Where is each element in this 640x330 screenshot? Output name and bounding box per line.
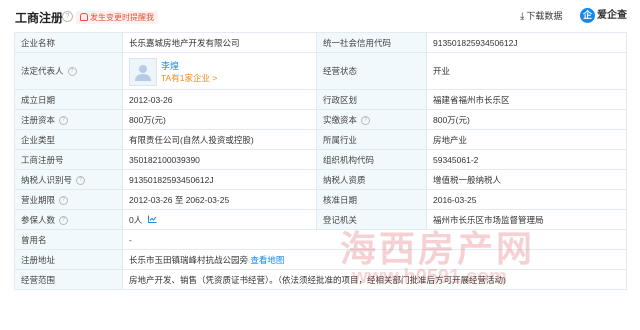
label-scope: 经营范围 (14, 269, 123, 290)
value-reg-number: 350182100039390 (122, 149, 317, 170)
table-row: 工商注册号 350182100039390 组织机构代码 59345061-2 (14, 149, 627, 170)
value-address-text: 长乐市玉田镇瑞峰村抗战公园旁 (129, 254, 249, 265)
qcc-button[interactable]: 企爱企查 (580, 7, 627, 25)
label-term: 营业期限? (14, 189, 123, 210)
table-row: 经营范围 房地产开发、销售（凭资质证书经营）。（依法须经批准的项目，经相关部门批… (14, 269, 627, 290)
table-row: 注册地址 长乐市玉田镇瑞峰村抗战公园旁 查看地图 (14, 249, 627, 270)
trend-chart-icon[interactable] (148, 215, 157, 225)
table-row: 法定代表人? 李煌 TA有1家企业 > 经营状态 开业 (14, 52, 627, 90)
label-paid-capital-text: 实缴资本 (323, 114, 358, 125)
qcc-label: 爱企查 (597, 10, 627, 21)
value-taxpayer-id: 91350182593450612J (122, 169, 317, 190)
label-address: 注册地址 (14, 249, 123, 270)
value-address: 长乐市玉田镇瑞峰村抗战公园旁 查看地图 (122, 249, 627, 270)
section-title: 工商注册 (15, 11, 64, 25)
value-founded: 2012-03-26 (122, 89, 317, 110)
view-map-link[interactable]: 查看地图 (250, 255, 284, 265)
label-taxpayer-id-text: 纳税人识别号 (21, 174, 73, 185)
table-row: 注册资本? 800万(元) 实缴资本? 800万(元) (14, 109, 627, 130)
label-taxpayer-qual: 纳税人资质 (316, 169, 427, 190)
label-term-text: 营业期限 (21, 194, 56, 205)
table-row: 企业名称 长乐嘉城房地产开发有限公司 统一社会信用代码 913501825934… (14, 32, 627, 53)
value-org-code: 59345061-2 (426, 149, 627, 170)
value-credit-code: 91350182593450612J (426, 32, 627, 53)
value-insured: 0人 (122, 209, 317, 230)
help-icon[interactable]: ? (59, 115, 69, 125)
label-reg-capital-text: 注册资本 (21, 114, 56, 125)
table-row: 企业类型 有限责任公司(自然人投资或控股) 所属行业 房地产业 (14, 129, 627, 150)
table-row: 参保人数? 0人 登记机关 福州市长乐区市场监督管理局 (14, 209, 627, 230)
table-row: 纳税人识别号? 91350182593450612J 纳税人资质 增值税一般纳税… (14, 169, 627, 190)
label-company-name: 企业名称 (14, 32, 123, 53)
label-taxpayer-id: 纳税人识别号? (14, 169, 123, 190)
download-label: 下载数据 (526, 11, 563, 21)
help-icon[interactable]: ? (62, 11, 73, 22)
registration-table: 企业名称 长乐嘉城房地产开发有限公司 统一社会信用代码 913501825934… (14, 32, 627, 290)
table-row: 曾用名 - (14, 229, 627, 250)
table-row: 成立日期 2012-03-26 行政区划 福建省福州市长乐区 (14, 89, 627, 110)
avatar-icon[interactable] (129, 58, 157, 86)
value-status: 开业 (426, 52, 627, 90)
bell-icon (80, 13, 88, 21)
legal-rep-name-link[interactable]: 李煌 (161, 59, 179, 72)
label-status: 经营状态 (316, 52, 427, 90)
label-legal-rep: 法定代表人? (14, 52, 123, 90)
label-insured-text: 参保人数 (21, 214, 56, 225)
value-taxpayer-qual: 增值税一般纳税人 (426, 169, 627, 190)
help-icon[interactable]: ? (361, 115, 371, 125)
label-industry: 所属行业 (316, 129, 427, 150)
label-reg-capital: 注册资本? (14, 109, 123, 130)
section-header: 工商注册 ? 发生变更时提醒我 ⤓ 下载数据 企爱企查 (0, 0, 640, 32)
download-button[interactable]: ⤓ 下载数据 (520, 9, 562, 22)
value-approval-date: 2016-03-25 (426, 189, 627, 210)
label-approval-date: 核准日期 (316, 189, 427, 210)
help-icon[interactable]: ? (76, 175, 86, 185)
table-row: 营业期限? 2012-03-26 至 2062-03-25 核准日期 2016-… (14, 189, 627, 210)
download-icon: ⤓ (520, 11, 525, 22)
label-legal-rep-text: 法定代表人 (21, 66, 64, 76)
label-org-code: 组织机构代码 (316, 149, 427, 170)
help-icon[interactable]: ? (67, 67, 77, 77)
label-paid-capital: 实缴资本? (316, 109, 427, 130)
label-reg-number: 工商注册号 (14, 149, 123, 170)
label-authority: 登记机关 (316, 209, 427, 230)
value-industry: 房地产业 (426, 129, 627, 150)
label-region: 行政区划 (316, 89, 427, 110)
value-scope: 房地产开发、销售（凭资质证书经营）。（依法须经批准的项目，经相关部门批准后方可开… (122, 269, 627, 290)
qcc-logo-icon: 企 (580, 7, 595, 23)
label-founded: 成立日期 (14, 89, 123, 110)
value-paid-capital: 800万(元) (426, 109, 627, 130)
legal-rep-card: 李煌 TA有1家企业 > (129, 57, 310, 86)
label-credit-code: 统一社会信用代码 (316, 32, 427, 53)
label-former-name: 曾用名 (14, 229, 123, 250)
value-authority: 福州市长乐区市场监督管理局 (426, 209, 627, 230)
business-registration-panel: 工商注册 ? 发生变更时提醒我 ⤓ 下载数据 企爱企查 企业名称 长乐嘉城房地产开… (0, 0, 640, 330)
value-company-type: 有限责任公司(自然人投资或控股) (122, 129, 317, 150)
value-former-name: - (122, 229, 627, 250)
value-legal-rep: 李煌 TA有1家企业 > (122, 52, 317, 90)
value-company-name: 长乐嘉城房地产开发有限公司 (122, 32, 317, 53)
legal-rep-companies-link[interactable]: TA有1家企业 > (161, 72, 217, 84)
value-term: 2012-03-26 至 2062-03-25 (122, 189, 317, 210)
label-company-type: 企业类型 (14, 129, 123, 150)
value-insured-text: 0人 (129, 214, 143, 225)
change-alert-label: 发生变更时提醒我 (90, 13, 154, 22)
help-icon[interactable]: ? (59, 195, 69, 205)
label-insured: 参保人数? (14, 209, 123, 230)
help-icon[interactable]: ? (59, 215, 69, 225)
change-alert-button[interactable]: 发生变更时提醒我 (76, 11, 158, 24)
value-reg-capital: 800万(元) (122, 109, 317, 130)
value-region: 福建省福州市长乐区 (426, 89, 627, 110)
